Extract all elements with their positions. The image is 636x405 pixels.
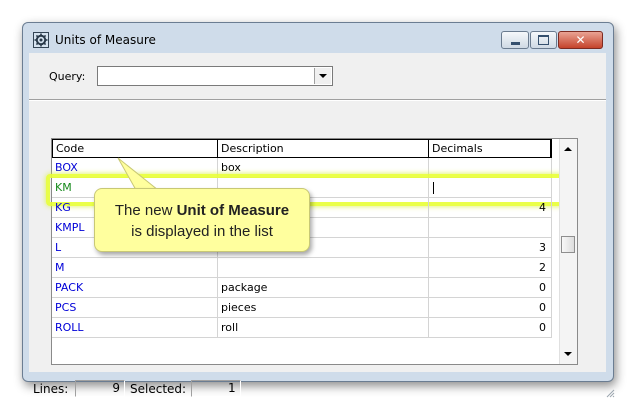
annotation-callout: The new Unit of Measure is displayed in …	[94, 188, 310, 252]
callout-line-2: is displayed in the list	[131, 223, 273, 240]
callout-tail-icon	[117, 157, 160, 191]
callout-line-1: The new Unit of Measure	[114, 202, 290, 219]
